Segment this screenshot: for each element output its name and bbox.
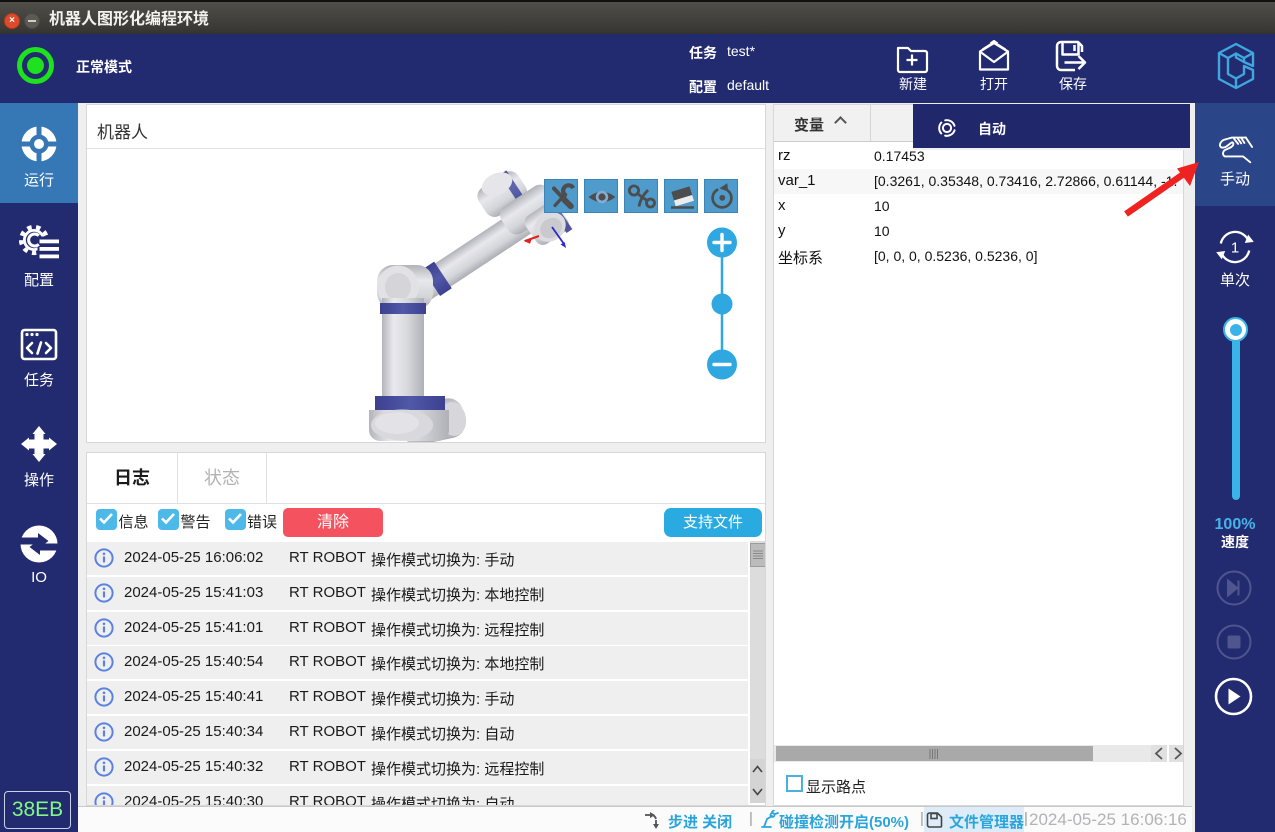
svg-text:1: 1	[1231, 240, 1239, 257]
